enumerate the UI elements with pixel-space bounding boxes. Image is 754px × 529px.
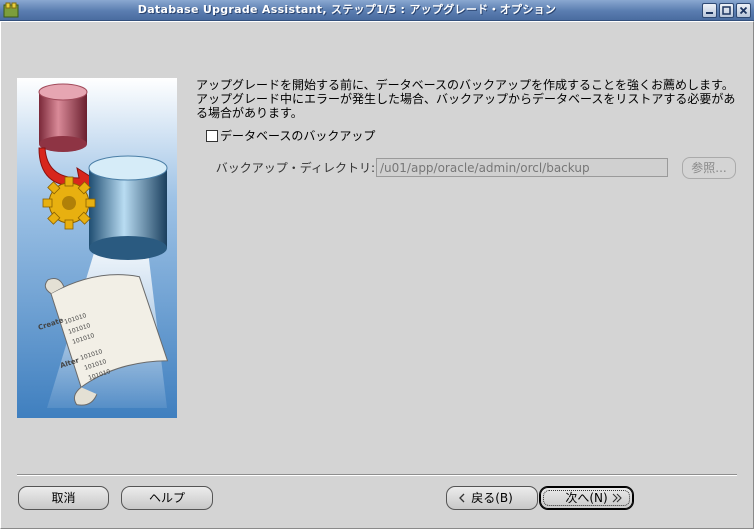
backup-database-label[interactable]: データベースのバックアップ	[220, 128, 375, 144]
minimize-button[interactable]	[702, 3, 717, 18]
button-separator	[17, 474, 737, 476]
chevron-left-icon	[459, 493, 465, 503]
back-button-label: 戻る(B)	[471, 491, 513, 505]
description-line-1: アップグレードを開始する前に、データベースのバックアップを作成することを強くお薦…	[196, 78, 734, 92]
backup-directory-field[interactable]	[376, 158, 668, 177]
help-button[interactable]: ヘルプ	[121, 486, 213, 510]
cancel-button[interactable]: 取消	[18, 486, 109, 510]
description-line-2: アップグレード中にエラーが発生した場合、バックアップからデータベースをリストアす…	[196, 92, 736, 106]
browse-button[interactable]: 参照...	[682, 157, 736, 179]
backup-database-checkbox[interactable]	[206, 130, 218, 142]
maximize-button[interactable]	[719, 3, 734, 18]
database-upgrade-illustration: Create 101010 101010 101010 Alter 101010…	[17, 78, 177, 418]
backup-description: アップグレードを開始する前に、データベースのバックアップを作成することを強くお薦…	[196, 78, 741, 120]
next-button[interactable]: 次へ(N)	[539, 486, 634, 510]
window-title: Database Upgrade Assistant, ステップ1/5 : アッ…	[137, 3, 557, 16]
upgrade-illustration: Create 101010 101010 101010 Alter 101010…	[17, 78, 177, 418]
close-button[interactable]	[736, 3, 751, 18]
chevron-right-icon	[612, 493, 622, 503]
backup-directory-label: バックアップ・ディレクトリ:	[215, 161, 375, 175]
title-bar[interactable]: Database Upgrade Assistant, ステップ1/5 : アッ…	[0, 0, 754, 21]
description-line-3: る場合があります。	[196, 106, 303, 120]
back-button[interactable]: 戻る(B)	[446, 486, 538, 510]
close-icon	[739, 6, 748, 15]
minimize-icon	[706, 12, 713, 14]
maximize-icon	[722, 6, 731, 15]
